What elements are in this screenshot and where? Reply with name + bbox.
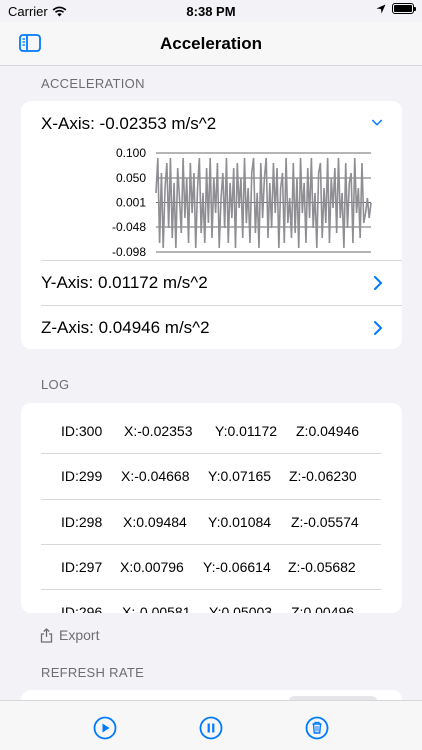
log-row: ID:296 X:-0.00581 Y:0.05003 Z:0.00496 [21,590,402,613]
chart-y-tick-label: 0.050 [116,171,146,185]
log-z: Z:-0.05574 [291,514,359,530]
log-row: ID:299 X:-0.04668 Y:0.07165 Z:-0.06230 [21,454,402,499]
play-icon[interactable] [93,716,117,740]
status-right [376,3,416,14]
page-title: Acceleration [159,34,263,53]
x-axis-label: X-Axis: -0.02353 m/s^2 [41,114,217,133]
location-arrow-icon [376,4,386,13]
x-axis-chart: 0.100 0.050 0.001 -0.048 -0.098 [58,146,402,263]
log-id: ID:299 [61,468,103,484]
y-axis-label: Y-Axis: 0.01172 m/s^2 [41,273,208,292]
log-id: ID:296 [61,604,103,613]
status-time: 8:38 PM [186,4,236,19]
log-x: X:-0.00581 [122,604,191,613]
trash-icon[interactable] [305,716,329,740]
y-axis-row[interactable]: Y-Axis: 0.01172 m/s^2 [21,261,402,305]
chart-series-line [155,157,372,249]
acceleration-section-header: ACCELERATION [41,76,145,91]
chart-y-tick-label: 0.001 [116,196,146,210]
export-button[interactable]: Export [40,627,99,643]
chevron-right-icon [374,276,382,290]
log-y: Y:0.07165 [208,468,272,484]
log-y: Y:0.01084 [208,514,272,530]
log-x: X:-0.02353 [124,423,193,439]
refresh-rate-section-header: REFRESH RATE [41,665,145,680]
chart-y-tick-label: 0.100 [116,147,146,160]
log-id: ID:300 [61,423,103,439]
export-label: Export [59,627,100,643]
chart-y-tick-label: -0.098 [112,245,146,259]
z-axis-label: Z-Axis: 0.04946 m/s^2 [41,318,210,337]
log-y: Y:0.05003 [209,604,273,613]
pause-icon[interactable] [199,716,223,740]
log-y: Y:0.01172 [215,423,278,439]
log-x: X:-0.04668 [121,468,190,484]
log-id: ID:298 [61,514,103,530]
x-axis-row[interactable]: X-Axis: -0.02353 m/s^2 [21,101,402,147]
log-section-header: LOG [41,377,70,392]
log-z: Z:0.04946 [296,423,360,439]
log-id: ID:297 [61,559,103,575]
chevron-down-icon [372,119,382,126]
chart-svg: 0.100 0.050 0.001 -0.048 -0.098 [112,146,372,259]
z-axis-row[interactable]: Z-Axis: 0.04946 m/s^2 [21,306,402,349]
log-x: X:0.09484 [123,514,187,530]
chart-y-tick-label: -0.048 [112,220,146,234]
log-row: ID:298 X:0.09484 Y:0.01084 Z:-0.05574 [21,500,402,545]
log-row: ID:300 X:-0.02353 Y:0.01172 Z:0.04946 [21,409,402,454]
log-z: Z:0.00496 [291,604,355,613]
log-row: ID:297 X:0.00796 Y:-0.06614 Z:-0.05682 [21,545,402,590]
bottom-toolbar [0,700,422,750]
acceleration-card: X-Axis: -0.02353 m/s^2 0.100 0.050 0.001 -0… [21,101,402,349]
log-card[interactable]: ID:300 X:-0.02353 Y:0.01172 Z:0.04946 ID… [21,403,402,613]
share-icon [40,627,53,643]
log-z: Z:-0.06230 [289,468,357,484]
log-x: X:0.00796 [120,559,184,575]
log-y: Y:-0.06614 [203,559,271,575]
log-z: Z:-0.05682 [288,559,356,575]
chevron-right-icon [374,321,382,335]
navigation-bar: Acceleration [0,22,422,66]
battery-icon [392,3,416,14]
status-bar: Carrier 8:38 PM [0,0,422,22]
